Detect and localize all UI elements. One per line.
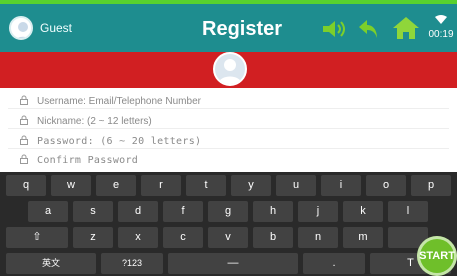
key-h[interactable]: h — [253, 201, 293, 222]
shift-key[interactable]: ⇧ — [6, 227, 68, 248]
wifi-icon — [435, 15, 447, 24]
lock-icon — [20, 135, 28, 145]
key-w[interactable]: w — [51, 175, 91, 196]
language-key[interactable]: 英文 — [6, 253, 96, 274]
key-f[interactable]: f — [163, 201, 203, 222]
lock-icon — [20, 115, 28, 125]
key-i[interactable]: i — [321, 175, 361, 196]
key-n[interactable]: n — [298, 227, 338, 248]
key-k[interactable]: k — [343, 201, 383, 222]
numbers-key[interactable]: ?123 — [101, 253, 163, 274]
key-u[interactable]: u — [276, 175, 316, 196]
undo-arrow-icon[interactable] — [357, 18, 379, 40]
key-j[interactable]: j — [298, 201, 338, 222]
user-avatar-icon — [218, 59, 242, 84]
space-key[interactable]: — — [168, 253, 298, 274]
key-s[interactable]: s — [73, 201, 113, 222]
key-z[interactable]: z — [73, 227, 113, 248]
nickname-row — [0, 111, 457, 129]
key-m[interactable]: m — [343, 227, 383, 248]
password-row — [0, 131, 457, 149]
soft-keyboard: q w e r t y u i o p a s d f g h j k l ⇧ … — [0, 172, 457, 276]
key-b[interactable]: b — [253, 227, 293, 248]
key-c[interactable]: c — [163, 227, 203, 248]
key-p[interactable]: p — [411, 175, 451, 196]
status-area: 00:19 — [427, 14, 455, 44]
key-t[interactable]: t — [186, 175, 226, 196]
confirm-row — [0, 150, 457, 168]
key-e[interactable]: e — [96, 175, 136, 196]
speaker-icon[interactable] — [321, 20, 349, 38]
username-input[interactable] — [37, 93, 427, 109]
key-g[interactable]: g — [208, 201, 248, 222]
period-key[interactable]: . — [303, 253, 365, 274]
divider — [8, 108, 449, 109]
start-button[interactable]: START — [417, 236, 457, 276]
register-form — [0, 88, 457, 172]
guest-avatar[interactable] — [9, 16, 33, 40]
user-avatar-icon — [17, 22, 29, 38]
header-bar: Guest Register 00:19 — [0, 4, 457, 52]
key-x[interactable]: x — [118, 227, 158, 248]
key-q[interactable]: q — [6, 175, 46, 196]
lock-icon — [20, 95, 28, 105]
key-o[interactable]: o — [366, 175, 406, 196]
profile-avatar[interactable] — [213, 52, 247, 86]
username-row — [0, 91, 457, 109]
guest-label: Guest — [40, 21, 73, 35]
password-input[interactable] — [37, 133, 427, 149]
clock-time: 00:19 — [428, 29, 454, 40]
home-icon[interactable] — [392, 16, 420, 40]
divider — [8, 148, 449, 149]
key-l[interactable]: l — [388, 201, 428, 222]
lock-icon — [20, 154, 28, 164]
key-v[interactable]: v — [208, 227, 248, 248]
key-d[interactable]: d — [118, 201, 158, 222]
confirm-password-input[interactable] — [37, 152, 427, 168]
nickname-input[interactable] — [37, 113, 427, 129]
key-r[interactable]: r — [141, 175, 181, 196]
key-y[interactable]: y — [231, 175, 271, 196]
page-title: Register — [202, 18, 283, 40]
key-a[interactable]: a — [28, 201, 68, 222]
divider — [8, 128, 449, 129]
